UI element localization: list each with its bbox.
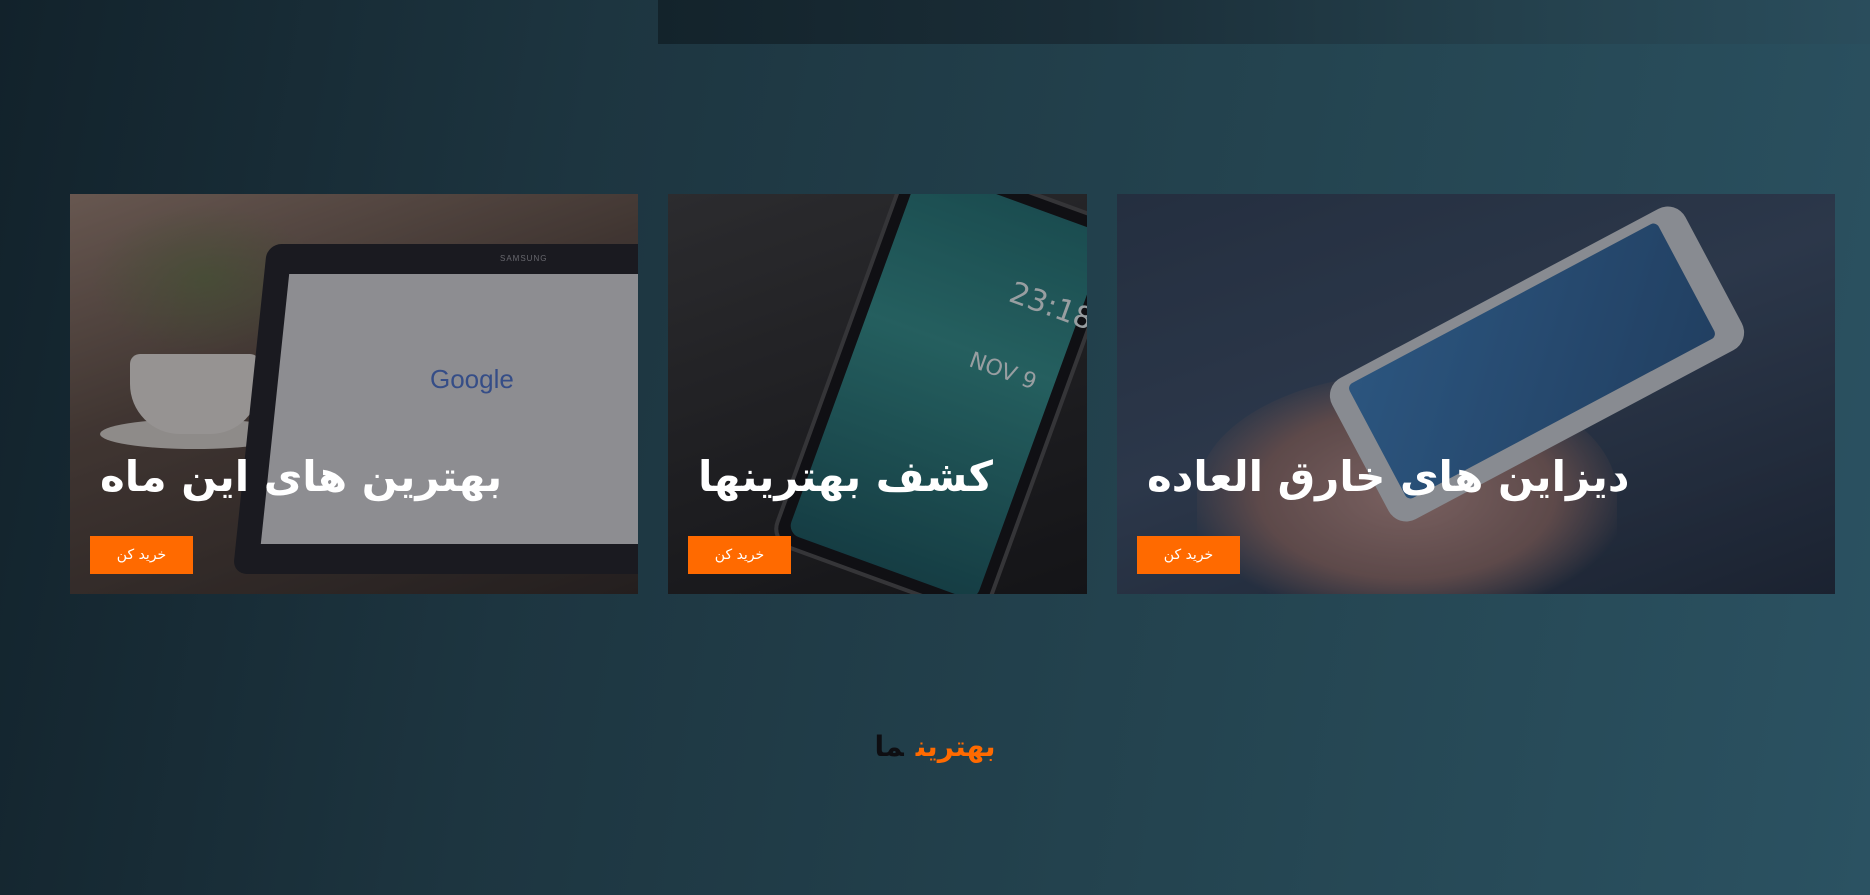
card-title: بهترین های این ماه — [100, 452, 503, 501]
top-banner-strip — [658, 0, 1870, 44]
buy-button[interactable]: خرید کن — [1137, 536, 1240, 574]
promo-card-discover[interactable]: 23:18 NOV 9 کشف بهترینها خرید کن — [668, 194, 1087, 594]
card-dark-overlay — [70, 194, 638, 594]
promo-card-designs[interactable]: دیزاین های خارق العاده خرید کن — [1117, 194, 1835, 594]
buy-button[interactable]: خرید کن — [90, 536, 193, 574]
section-heading-accent: بهترین — [915, 730, 996, 763]
buy-button[interactable]: خرید کن — [688, 536, 791, 574]
section-heading: بهترین ما — [0, 730, 1870, 763]
card-title: کشف بهترینها — [698, 452, 993, 501]
card-title: دیزاین های خارق العاده — [1147, 452, 1630, 501]
card-dark-overlay — [668, 194, 1087, 594]
promo-card-this-month[interactable]: SAMSUNG Google بهترین های این ماه خرید ک… — [70, 194, 638, 594]
section-heading-rest: ما — [874, 730, 904, 763]
card-dark-overlay — [1117, 194, 1835, 594]
